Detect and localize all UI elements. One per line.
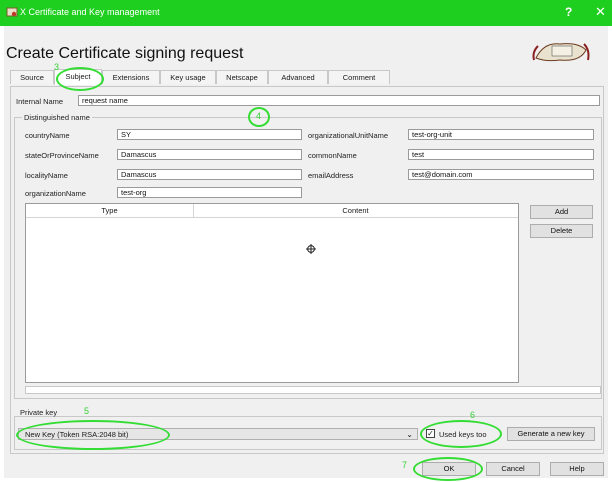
certificate-logo-icon — [532, 43, 590, 62]
horizontal-scrollbar[interactable] — [25, 386, 601, 394]
page-title: Create Certificate signing request — [6, 45, 244, 62]
common-name-input[interactable]: test — [408, 149, 594, 160]
annotation-ring-subject — [56, 67, 104, 91]
annotation-ring-private-key — [16, 420, 170, 450]
email-address-label: emailAddress — [308, 171, 354, 180]
organization-name-input[interactable]: test-org — [117, 187, 302, 198]
tab-key-usage[interactable]: Key usage — [160, 70, 216, 84]
state-name-input[interactable]: Damascus — [117, 149, 302, 160]
annotation-number-7: 7 — [402, 460, 408, 470]
country-name-input[interactable]: SY — [117, 129, 302, 140]
tab-advanced[interactable]: Advanced — [268, 70, 328, 84]
annotation-ring-used-keys — [420, 420, 502, 448]
tab-comment[interactable]: Comment — [328, 70, 390, 84]
help-title-button[interactable]: ? — [565, 5, 572, 19]
state-name-label: stateOrProvinceName — [25, 151, 99, 160]
locality-name-label: localityName — [25, 171, 68, 180]
table-header: Type Content — [26, 204, 518, 218]
app-icon — [6, 7, 18, 17]
delete-button[interactable]: Delete — [530, 224, 593, 238]
close-window-button[interactable]: ✕ — [595, 4, 606, 20]
cursor-move-icon — [306, 244, 316, 254]
email-address-input[interactable]: test@domain.com — [408, 169, 594, 180]
title-bar: X Certificate and Key management ? ✕ — [0, 0, 612, 26]
annotation-number-5: 5 — [84, 406, 90, 416]
locality-name-input[interactable]: Damascus — [117, 169, 302, 180]
annotation-number-3: 3 — [54, 62, 60, 72]
chevron-down-icon: ⌄ — [406, 430, 413, 439]
cancel-button[interactable]: Cancel — [486, 462, 540, 476]
add-button[interactable]: Add — [530, 205, 593, 219]
organization-name-label: organizationName — [25, 189, 86, 198]
type-column-header[interactable]: Type — [26, 204, 194, 217]
tab-source[interactable]: Source — [10, 70, 54, 84]
help-button[interactable]: Help — [550, 462, 604, 476]
tab-extensions[interactable]: Extensions — [102, 70, 160, 84]
annotation-ring-ok — [413, 457, 483, 481]
extra-entries-table[interactable]: Type Content — [25, 203, 519, 383]
internal-name-input[interactable]: request name — [78, 95, 600, 106]
distinguished-name-label: Distinguished name — [22, 113, 92, 122]
content-column-header[interactable]: Content — [193, 204, 518, 217]
common-name-label: commonName — [308, 151, 357, 160]
tab-netscape[interactable]: Netscape — [216, 70, 268, 84]
private-key-label: Private key — [20, 408, 58, 417]
org-unit-name-input[interactable]: test-org-unit — [408, 129, 594, 140]
annotation-number-6: 6 — [470, 410, 476, 420]
country-name-label: countryName — [25, 131, 70, 140]
org-unit-name-label: organizationalUnitName — [308, 131, 389, 140]
annotation-number-4: 4 — [256, 111, 262, 121]
window-title: X Certificate and Key management — [20, 7, 160, 17]
internal-name-label: Internal Name — [16, 97, 64, 106]
generate-new-key-button[interactable]: Generate a new key — [507, 427, 595, 441]
